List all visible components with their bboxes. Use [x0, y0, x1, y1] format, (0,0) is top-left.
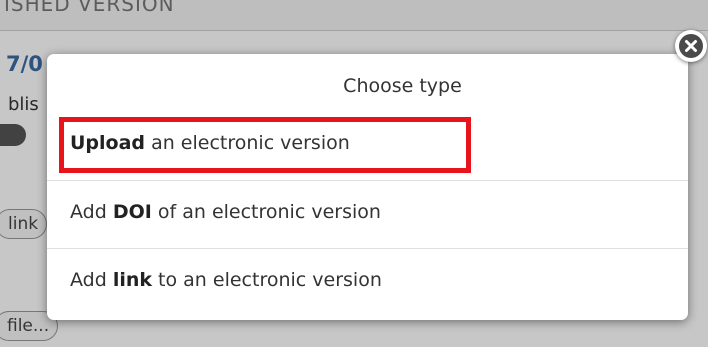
option-add-link[interactable]: Add link to an electronic version [47, 248, 688, 316]
option-rest: of an electronic version [151, 201, 381, 223]
option-prefix: Add [70, 201, 113, 223]
option-upload-electronic-version[interactable]: Upload an electronic version [47, 112, 688, 180]
option-label: Add DOI of an electronic version [70, 201, 381, 223]
popup-title: Choose type [343, 75, 462, 97]
option-label: Add link to an electronic version [70, 269, 382, 291]
close-icon [679, 34, 703, 58]
option-label: Upload an electronic version [70, 132, 350, 154]
option-prefix: Add [70, 269, 113, 291]
option-keyword: link [112, 269, 153, 291]
option-rest: to an electronic version [152, 269, 382, 291]
option-add-doi[interactable]: Add DOI of an electronic version [47, 180, 688, 248]
option-keyword: Upload [70, 132, 146, 154]
option-keyword: DOI [112, 201, 152, 223]
close-button[interactable] [675, 30, 707, 62]
option-rest: an electronic version [145, 132, 350, 154]
choose-type-popup: Choose type Upload an electronic version… [47, 54, 688, 320]
